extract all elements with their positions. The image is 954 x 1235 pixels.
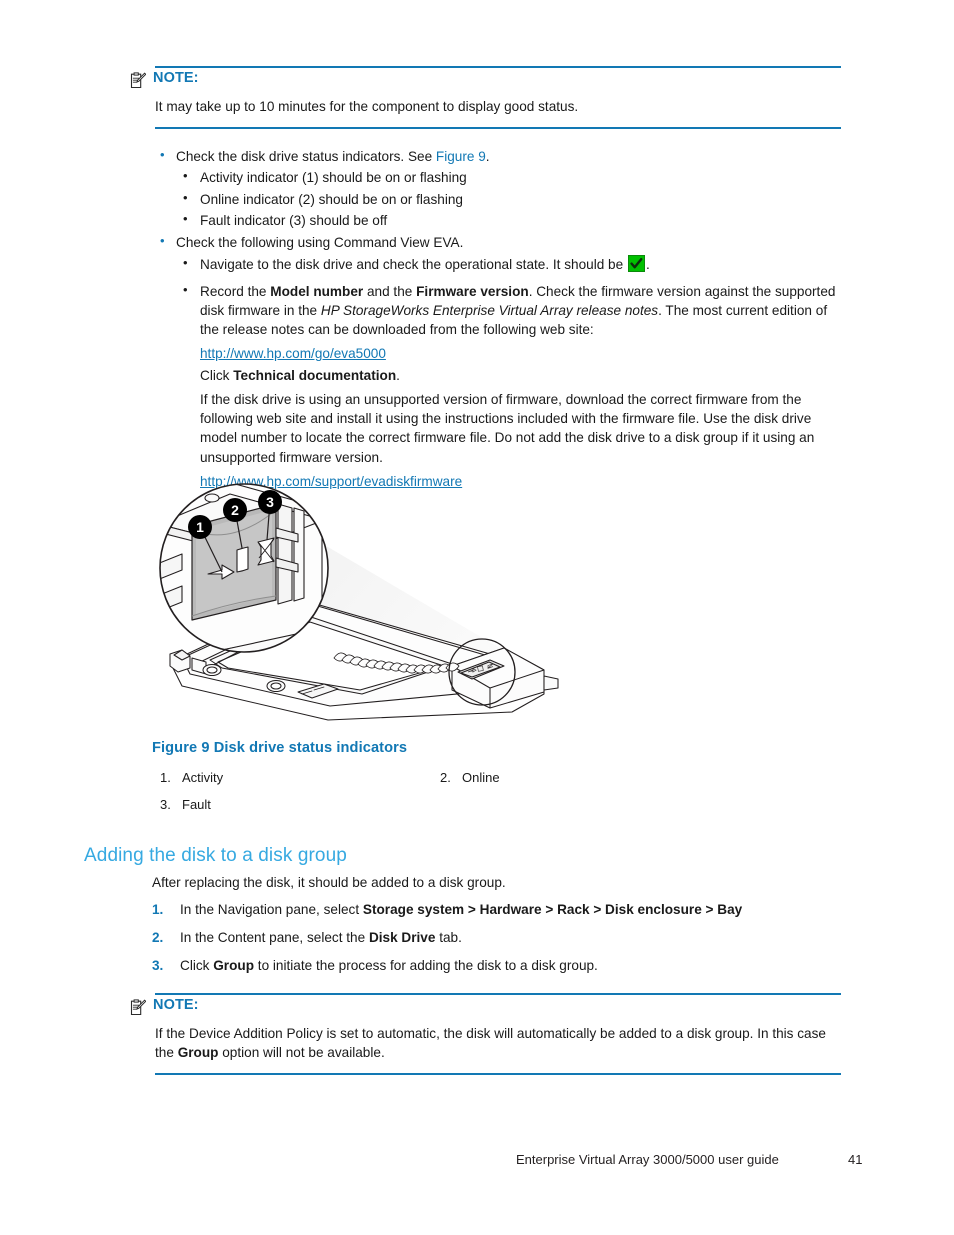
- bullet-navigate-text-post: .: [645, 257, 650, 273]
- bullet-fault-indicator-label: Fault indicator (3) should be off: [200, 213, 388, 229]
- note-top-rule-upper: [155, 66, 841, 68]
- figure-9-illustration: 1 2 3: [152, 480, 572, 730]
- step-2-text-post: tab.: [435, 930, 462, 945]
- figure-9-caption-title: Disk drive status indicators: [213, 740, 408, 756]
- step-1: 1. In the Navigation pane, select Storag…: [152, 902, 842, 917]
- steps-intro: After replacing the disk, it should be a…: [152, 875, 506, 890]
- note-bottom-rule-lower: [155, 1072, 841, 1075]
- note-bottom-title: NOTE:: [153, 997, 199, 1013]
- figure-legend-item-2-num: 2.: [440, 770, 451, 785]
- click-text-post: .: [396, 368, 400, 384]
- click-text-pre: Click: [200, 368, 234, 384]
- note-clipboard-icon: [129, 999, 147, 1017]
- step-2-text-pre: In the Content pane, select the: [180, 930, 369, 945]
- bullet-check-indicators-text-pre: Check the disk drive status indicators. …: [176, 149, 436, 164]
- figure-legend-row-1: 1. Activity 2. Online: [160, 770, 720, 785]
- figure-legend-item-3: 3. Fault: [160, 797, 440, 812]
- svg-text:1: 1: [196, 519, 204, 535]
- bullet-navigate-operational-state: Navigate to the disk drive and check the…: [174, 253, 842, 275]
- record-text-a: Record the: [200, 283, 271, 299]
- note-top-title: NOTE:: [153, 70, 199, 86]
- note-top-rule-lower: [155, 126, 841, 129]
- step-3-number: 3.: [152, 958, 164, 973]
- footer-guide-title: Enterprise Virtual Array 3000/5000 user …: [516, 1152, 779, 1167]
- group-button-term: Group: [213, 958, 255, 973]
- model-number-term: Model number: [270, 283, 364, 299]
- step-3-text-post: to initiate the process for adding the d…: [254, 958, 598, 973]
- bullet-online-indicator: Online indicator (2) should be on or fla…: [174, 188, 842, 210]
- figure-legend-item-3-label: Fault: [182, 797, 211, 812]
- note-block-top: NOTE: It may take up to 10 minutes for t…: [129, 66, 841, 129]
- bullet-activity-indicator-label: Activity indicator (1) should be on or f…: [200, 170, 467, 186]
- figure-9-legend: 1. Activity 2. Online 3. Fault: [160, 770, 720, 824]
- note-bottom-header: NOTE:: [129, 997, 841, 1017]
- operational-state-ok-icon: [627, 255, 645, 273]
- note-bottom-text-b: option will not be available.: [218, 1044, 385, 1060]
- step-2-number: 2.: [152, 930, 164, 945]
- firmware-version-term: Firmware version: [416, 283, 529, 299]
- figure-legend-item-1-num: 1.: [160, 770, 171, 785]
- step-3: 3. Click Group to initiate the process f…: [152, 958, 842, 973]
- click-technical-documentation-line: Click Technical documentation.: [200, 366, 842, 385]
- figure-9-caption-label: Figure 9: [152, 740, 210, 756]
- figure-9-caption: Figure 9 Disk drive status indicators: [152, 740, 407, 756]
- section-heading-adding-disk: Adding the disk to a disk group: [84, 845, 347, 866]
- step-1-path: Storage system > Hardware > Rack > Disk …: [362, 902, 743, 917]
- step-2: 2. In the Content pane, select the Disk …: [152, 930, 842, 945]
- step-2-text: In the Content pane, select the Disk Dri…: [180, 930, 842, 945]
- eva5000-link[interactable]: http://www.hp.com/go/eva5000: [200, 346, 386, 361]
- figure-legend-item-3-num: 3.: [160, 797, 171, 812]
- eva5000-link-line: http://www.hp.com/go/eva5000: [200, 344, 842, 363]
- step-1-text: In the Navigation pane, select Storage s…: [180, 902, 842, 917]
- figure-legend-row-2: 3. Fault: [160, 797, 720, 812]
- figure-legend-item-1-label: Activity: [182, 770, 224, 785]
- step-1-number: 1.: [152, 902, 164, 917]
- step-3-text-pre: Click: [180, 958, 214, 973]
- note-bottom-group-term: Group: [177, 1044, 219, 1060]
- page-footer: Enterprise Virtual Array 3000/5000 user …: [516, 1152, 779, 1167]
- bullet-check-indicators-text-post: .: [485, 149, 490, 164]
- record-text-c: and the: [363, 283, 417, 299]
- note-bottom-rule-upper: [155, 993, 841, 995]
- figure-legend-spacer: [440, 797, 720, 812]
- bullet-command-view: Check the following using Command View E…: [152, 231, 842, 253]
- bullet-check-indicators: Check the disk drive status indicators. …: [152, 145, 842, 167]
- adding-disk-steps: After replacing the disk, it should be a…: [152, 875, 842, 986]
- svg-text:3: 3: [266, 494, 274, 510]
- disk-drive-tab-term: Disk Drive: [368, 930, 436, 945]
- step-1-text-pre: In the Navigation pane, select: [180, 902, 363, 917]
- bullet-fault-indicator: Fault indicator (3) should be off: [174, 209, 842, 231]
- unsupported-firmware-paragraph: If the disk drive is using an unsupporte…: [200, 391, 815, 465]
- release-notes-title: HP StorageWorks Enterprise Virtual Array…: [320, 303, 659, 319]
- disk-drive-status-indicators-drawing: 1 2 3: [159, 483, 559, 721]
- svg-text:2: 2: [231, 502, 239, 518]
- figure-legend-item-1: 1. Activity: [160, 770, 440, 785]
- bullet-online-indicator-label: Online indicator (2) should be on or fla…: [200, 191, 463, 207]
- document-page: NOTE: It may take up to 10 minutes for t…: [0, 0, 954, 1235]
- note-top-header: NOTE:: [129, 70, 841, 90]
- figure-9-crossref[interactable]: Figure 9: [436, 149, 486, 164]
- note-clipboard-icon: [129, 72, 147, 90]
- bullet-activity-indicator: Activity indicator (1) should be on or f…: [174, 166, 842, 188]
- note-block-bottom: NOTE: If the Device Addition Policy is s…: [129, 993, 841, 1075]
- note-top-body: It may take up to 10 minutes for the com…: [155, 99, 579, 114]
- figure-legend-item-2: 2. Online: [440, 770, 720, 785]
- note-bottom-body: If the Device Addition Policy is set to …: [155, 1025, 841, 1063]
- bullet-navigate-text-pre: Navigate to the disk drive and check the…: [200, 257, 627, 273]
- step-3-text: Click Group to initiate the process for …: [180, 958, 842, 973]
- technical-documentation-term: Technical documentation: [233, 368, 397, 384]
- page-number: 41: [848, 1152, 863, 1167]
- bullet-command-view-label: Check the following using Command View E…: [176, 234, 464, 250]
- figure-legend-item-2-label: Online: [462, 770, 500, 785]
- bullet-record-model-firmware: Record the Model number and the Firmware…: [174, 281, 842, 340]
- checklist-bullets: Check the disk drive status indicators. …: [152, 145, 842, 492]
